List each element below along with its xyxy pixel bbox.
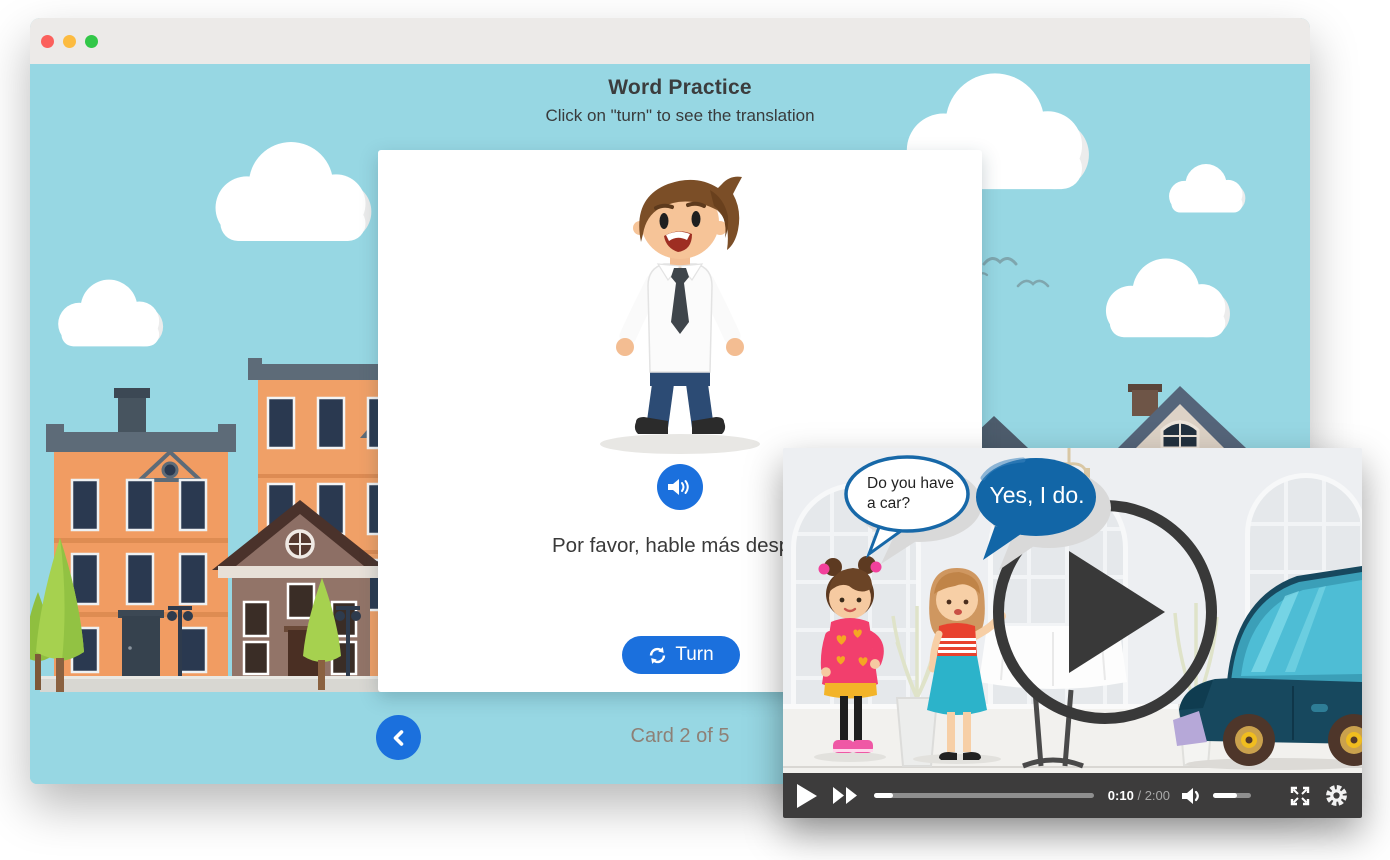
refresh-icon (648, 646, 667, 665)
time-display: 0:10 / 2:00 (1108, 788, 1170, 803)
cartoon-man-illustration (590, 164, 770, 456)
page: { "window": { "traffic_lights": [ {"name… (0, 0, 1390, 860)
fullscreen-button[interactable] (1289, 785, 1311, 807)
volume-icon (1182, 787, 1203, 805)
settings-button[interactable] (1325, 784, 1348, 807)
video-scene: Do you have a car? Yes, I do. (783, 448, 1362, 773)
cloud (43, 271, 175, 357)
video-player: Do you have a car? Yes, I do. 0:10 / 2:0… (783, 448, 1362, 818)
time-total: 2:00 (1145, 788, 1170, 803)
window-titlebar (30, 18, 1310, 65)
speaker-audio-icon (667, 478, 693, 496)
progress-bar[interactable] (874, 793, 1094, 798)
speech-bubble-answer: Yes, I do. (979, 482, 1095, 509)
birds-icon (978, 250, 1064, 298)
play-icon (797, 784, 817, 808)
cloud (193, 123, 389, 263)
close-window-button[interactable] (41, 35, 54, 48)
turn-button-label: Turn (675, 644, 713, 666)
zoom-window-button[interactable] (85, 35, 98, 48)
cloud (1088, 252, 1244, 346)
time-separator: / (1137, 788, 1141, 803)
turn-button[interactable]: Turn (622, 636, 740, 674)
chevron-left-icon (390, 729, 408, 747)
fast-forward-icon (833, 787, 858, 804)
house-illustration (1092, 364, 1310, 448)
cityscape-illustration (30, 354, 422, 694)
page-subtitle: Click on "turn" to see the translation (378, 106, 982, 126)
fast-forward-button[interactable] (833, 787, 858, 804)
fullscreen-icon (1289, 785, 1311, 807)
time-current: 0:10 (1108, 788, 1134, 803)
video-controls-bar: 0:10 / 2:00 (783, 773, 1362, 818)
speech-bubble-question: Do you have a car? (867, 474, 967, 514)
previous-card-button[interactable] (376, 715, 421, 760)
audio-play-button[interactable] (657, 464, 703, 510)
volume-slider[interactable] (1213, 793, 1251, 798)
card-counter: Card 2 of 5 (631, 725, 730, 747)
flashcard-phrase: Por favor, hable más despa (552, 534, 802, 558)
play-button[interactable] (797, 784, 817, 808)
volume-filled (1213, 793, 1237, 798)
cloud (1158, 158, 1254, 220)
progress-played (874, 793, 893, 798)
volume-button[interactable] (1182, 787, 1203, 805)
minimize-window-button[interactable] (63, 35, 76, 48)
page-title: Word Practice (378, 64, 982, 100)
settings-gear-icon (1325, 784, 1348, 807)
